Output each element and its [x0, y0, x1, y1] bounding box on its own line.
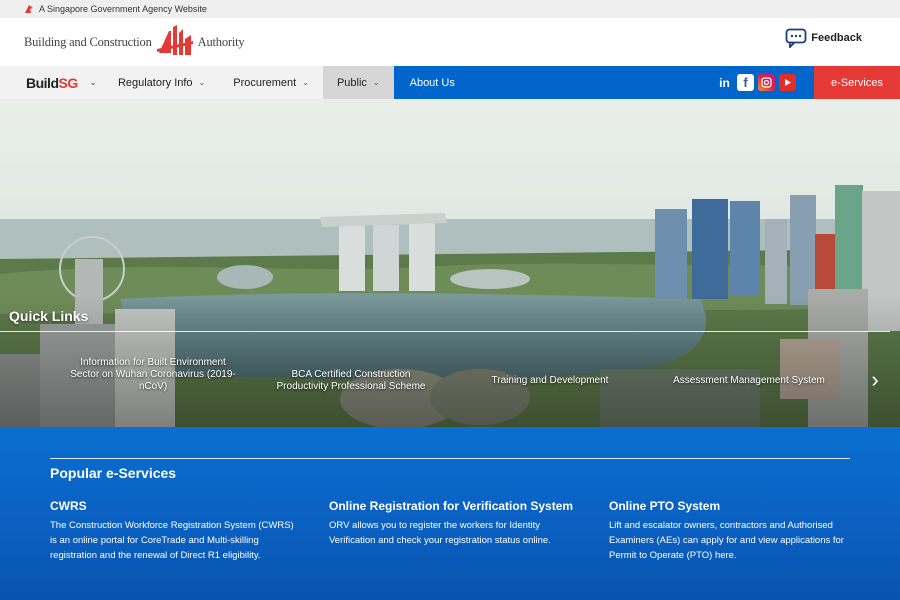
nav-item-about-us[interactable]: About Us [393, 66, 471, 99]
quick-links-divider [0, 331, 890, 332]
chevron-right-icon: › [871, 367, 879, 392]
logo-text-left: Building and Construction [24, 34, 152, 49]
bca-logo-mark-icon [156, 25, 193, 55]
chevron-down-icon: ⌄ [198, 78, 206, 87]
service-title-link[interactable]: Online Registration for Verification Sys… [329, 499, 579, 513]
quick-link-label: Training and Development [491, 375, 609, 386]
quick-link-productivity-scheme[interactable]: BCA Certified Construction Productivity … [266, 369, 436, 393]
quick-link-assessment[interactable]: Assessment Management System [664, 375, 834, 387]
nav-item-regulatory-info[interactable]: Regulatory Info ⌄ [104, 66, 219, 99]
linkedin-icon[interactable]: in [716, 74, 733, 91]
popular-e-services-title: Popular e-Services [50, 465, 177, 481]
bca-logo[interactable]: Building and Construction Authority [24, 22, 245, 62]
main-nav: Build SG ⌄ Regulatory Info ⌄ Procurement … [0, 66, 900, 99]
chevron-down-icon: ⌄ [89, 78, 97, 87]
quick-link-training[interactable]: Training and Development [465, 375, 635, 387]
e-services-button[interactable]: e-Services [814, 66, 900, 99]
youtube-icon[interactable] [779, 74, 796, 91]
singapore-lion-icon [25, 5, 33, 13]
service-title-link[interactable]: CWRS [50, 499, 295, 513]
carousel-next-button[interactable]: › [867, 367, 883, 393]
quick-links-title: Quick Links [9, 308, 89, 324]
nav-label: Regulatory Info [117, 76, 193, 89]
site-header: Building and Construction Authority Feed… [0, 18, 900, 66]
nav-label: About Us [409, 76, 455, 89]
nav-item-buildsg[interactable]: Build SG ⌄ [0, 66, 104, 99]
service-description: Lift and escalator owners, contractors a… [609, 520, 844, 561]
chat-bubble-icon [785, 28, 807, 48]
gov-banner-text: A Singapore Government Agency Website [39, 4, 207, 14]
feedback-label: Feedback [811, 32, 862, 44]
nav-item-public[interactable]: Public ⌄ [322, 66, 394, 99]
feedback-button[interactable]: Feedback [785, 28, 862, 48]
quick-link-label: BCA Certified Construction Productivity … [276, 369, 426, 392]
social-links: in f [470, 66, 814, 99]
logo-text-right: Authority [197, 34, 245, 49]
service-card-cwrs: CWRS The Construction Workforce Registra… [50, 499, 295, 563]
service-card-pto: Online PTO System Lift and escalator own… [609, 499, 854, 563]
service-description: ORV allows you to register the workers f… [329, 520, 551, 546]
quick-link-coronavirus[interactable]: Information for Built Environment Sector… [68, 357, 238, 393]
nav-label: Procurement [233, 76, 297, 89]
nav-item-procurement[interactable]: Procurement ⌄ [219, 66, 323, 99]
popular-e-services-section: Popular e-Services CWRS The Construction… [0, 427, 900, 600]
service-card-orv: Online Registration for Verification Sys… [329, 499, 579, 548]
service-description: The Construction Workforce Registration … [50, 520, 294, 561]
quick-link-label: Assessment Management System [673, 375, 825, 386]
e-services-label: e-Services [831, 76, 883, 89]
chevron-down-icon: ⌄ [372, 78, 380, 87]
quick-link-label: Information for Built Environment Sector… [70, 357, 236, 392]
service-title-link[interactable]: Online PTO System [609, 499, 854, 513]
buildsg-brand-sg: SG [58, 74, 79, 91]
buildsg-brand-build: Build [26, 74, 59, 91]
chevron-down-icon: ⌄ [302, 78, 309, 87]
nav-label: Public [336, 76, 367, 89]
instagram-icon[interactable] [758, 74, 775, 91]
facebook-icon[interactable]: f [737, 74, 754, 91]
popular-divider [50, 458, 850, 459]
hero-banner: Quick Links Information for Built Enviro… [0, 99, 900, 427]
gov-banner: A Singapore Government Agency Website [0, 0, 900, 18]
